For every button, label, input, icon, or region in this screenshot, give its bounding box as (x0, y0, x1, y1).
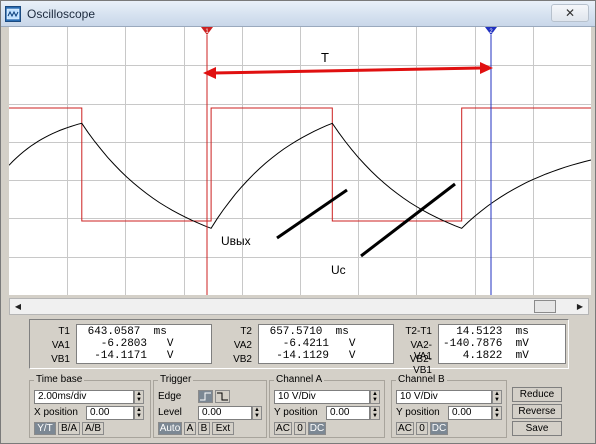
readout-label-dvb: VB2-VB1 (409, 354, 432, 376)
capacitor-label: Uc (331, 263, 346, 277)
channel-a-title: Channel A (274, 374, 325, 386)
annotations: 1 2 T Uвых Uc (201, 27, 497, 295)
channel-b-dc-button[interactable]: DC (430, 422, 448, 435)
readout-value-dt: 14.5123 ms (443, 326, 529, 338)
oscilloscope-icon (5, 6, 21, 22)
readout-value-vb1: -14.1171 V (81, 350, 174, 362)
screen-grid (9, 27, 591, 295)
readout-label-dt: T2-T1 (405, 326, 432, 337)
mode-ba-button[interactable]: B/A (58, 422, 80, 435)
readout-value-t2: 657.5710 ms (263, 326, 349, 338)
readout-value-dva: -140.7876 mV (443, 338, 529, 350)
mode-yt-button[interactable]: Y/T (34, 422, 56, 435)
close-icon: ✕ (564, 6, 576, 20)
trigger-level-spinner[interactable]: ▲ ▼ (252, 406, 262, 420)
mode-ab-button[interactable]: A/B (82, 422, 104, 435)
window-title: Oscilloscope (27, 7, 96, 21)
readout-values-1: 643.0587 ms -6.2803 V -14.1171 V (76, 324, 212, 364)
waveform-display: 1 2 T Uвых Uc (9, 27, 591, 295)
readout-label-t2: T2 (240, 326, 252, 337)
oscilloscope-screen[interactable]: 1 2 T Uвых Uc (9, 27, 591, 295)
readout-label-vb1: VB1 (51, 354, 70, 365)
period-arrow (203, 62, 493, 79)
rising-edge-icon (200, 392, 211, 401)
cursor-1-marker[interactable]: 1 (201, 27, 213, 35)
output-pointer (276, 188, 348, 240)
trigger-auto-button[interactable]: Auto (158, 422, 182, 435)
falling-edge-icon (217, 392, 228, 401)
trigger-group: Trigger Edge Level 0.00 ▲ ▼ Auto A B Ext (153, 374, 267, 438)
channel-a-ypos-field[interactable]: 0.00 (326, 406, 370, 420)
horizontal-scrollbar[interactable]: ◀ ▶ (9, 298, 589, 315)
timebase-xpos-field[interactable]: 0.00 (86, 406, 134, 420)
channel-a-ypos-spinner[interactable]: ▲ ▼ (370, 406, 380, 420)
readout-label-vb2: VB2 (233, 354, 252, 365)
readout-values-2: 657.5710 ms -6.4211 V -14.1129 V (258, 324, 394, 364)
readout-label-va1: VA1 (51, 340, 70, 351)
timebase-group: Time base 2.00ms/div ▲ ▼ X position 0.00 … (29, 374, 151, 438)
trigger-ext-button[interactable]: Ext (212, 422, 234, 435)
channel-b-scale-spinner[interactable]: ▲ ▼ (492, 390, 502, 404)
measurement-readouts: T1 VA1 VB1 643.0587 ms -6.2803 V -14.117… (29, 319, 569, 376)
scroll-left-icon[interactable]: ◀ (10, 299, 26, 314)
readout-block-3: T2-T1 VA2-VA1 VB2-VB1 14.5123 ms -140.78… (394, 324, 566, 376)
oscilloscope-window: Oscilloscope ✕ 1 2 T Uвых Uc ◀ ▶ T1 VA1 … (0, 0, 596, 444)
channel-b-group: Channel B 10 V/Div ▲ ▼ Y position 0.00 ▲ ▼… (391, 374, 507, 438)
timebase-xpos-spinner[interactable]: ▲ ▼ (134, 406, 144, 420)
timebase-title: Time base (34, 374, 85, 386)
timebase-scale-field[interactable]: 2.00ms/div (34, 390, 134, 404)
reverse-button[interactable]: Reverse (512, 404, 562, 419)
channel-a-group: Channel A 10 V/Div ▲ ▼ Y position 0.00 ▲ ▼… (269, 374, 385, 438)
channel-a-ac-button[interactable]: AC (274, 422, 292, 435)
readout-value-dvb: 4.1822 mV (443, 350, 529, 362)
channel-b-ypos-spinner[interactable]: ▲ ▼ (492, 406, 502, 420)
reduce-button[interactable]: Reduce (512, 387, 562, 402)
trigger-a-button[interactable]: A (184, 422, 196, 435)
channel-b-title: Channel B (396, 374, 447, 386)
channel-a-zero-button[interactable]: 0 (294, 422, 306, 435)
trigger-level-field[interactable]: 0.00 (198, 406, 252, 420)
readout-block-2: T2 VA2 VB2 657.5710 ms -6.4211 V -14.112… (216, 324, 396, 366)
cursor-2-marker[interactable]: 2 (485, 27, 497, 35)
channel-a-scale-spinner[interactable]: ▲ ▼ (370, 390, 380, 404)
readout-label-t1: T1 (58, 326, 70, 337)
timebase-scale-spinner[interactable]: ▲ ▼ (134, 390, 144, 404)
falling-edge-button[interactable] (215, 390, 230, 403)
trigger-level-label: Level (158, 407, 182, 418)
close-button[interactable]: ✕ (551, 4, 589, 22)
readout-value-va2: -6.4211 V (263, 338, 356, 350)
readout-block-1: T1 VA1 VB1 643.0587 ms -6.2803 V -14.117… (36, 324, 216, 366)
readout-label-va2: VA2 (233, 340, 252, 351)
channel-b-ac-button[interactable]: AC (396, 422, 414, 435)
scroll-right-icon[interactable]: ▶ (572, 299, 588, 314)
trigger-title: Trigger (158, 374, 194, 386)
rising-edge-button[interactable] (198, 390, 213, 403)
trigger-edge-label: Edge (158, 391, 182, 402)
channel-a-scale-field[interactable]: 10 V/Div (274, 390, 370, 404)
timebase-xpos-label: X position (34, 407, 78, 418)
channel-a-dc-button[interactable]: DC (308, 422, 326, 435)
readout-values-3: 14.5123 ms -140.7876 mV 4.1822 mV (438, 324, 566, 364)
save-button[interactable]: Save (512, 421, 562, 436)
readout-value-vb2: -14.1129 V (263, 350, 356, 362)
channel-b-ypos-label: Y position (396, 407, 440, 418)
channel-b-scale-field[interactable]: 10 V/Div (396, 390, 492, 404)
channel-b-ypos-field[interactable]: 0.00 (448, 406, 492, 420)
trigger-b-button[interactable]: B (198, 422, 210, 435)
readout-value-t1: 643.0587 ms (81, 326, 167, 338)
channel-b-zero-button[interactable]: 0 (416, 422, 428, 435)
scroll-thumb[interactable] (534, 300, 556, 313)
title-bar[interactable]: Oscilloscope ✕ (1, 1, 595, 27)
output-label: Uвых (221, 234, 251, 248)
period-label: T (321, 50, 329, 65)
readout-value-va1: -6.2803 V (81, 338, 174, 350)
channel-a-ypos-label: Y position (274, 407, 318, 418)
